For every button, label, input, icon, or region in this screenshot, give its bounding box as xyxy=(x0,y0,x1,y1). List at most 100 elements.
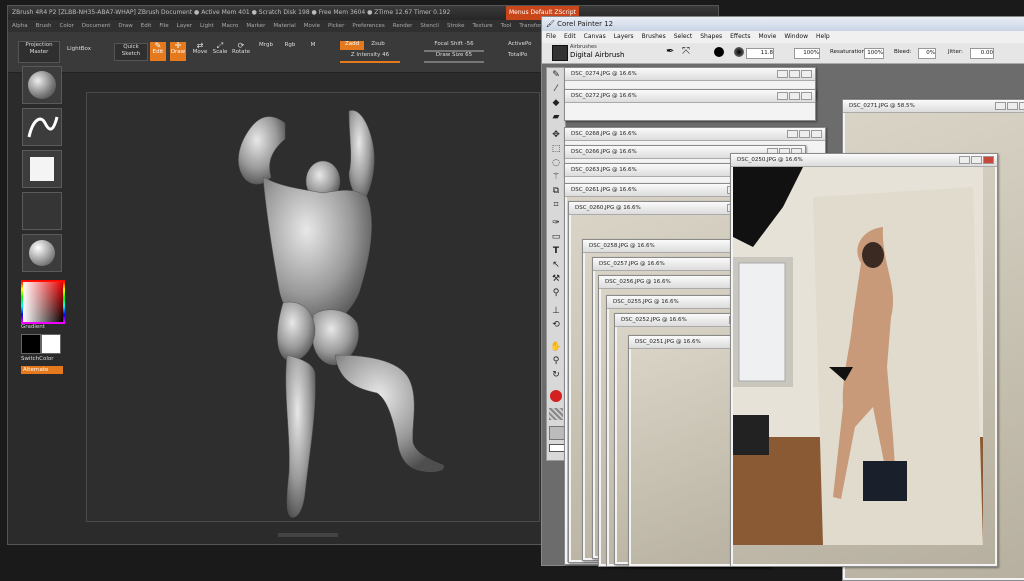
draw-size-slider[interactable]: Draw Size 65 xyxy=(424,52,484,63)
total-points-label: TotalPo xyxy=(508,52,528,58)
draw-label: Draw xyxy=(170,49,186,55)
minimize-icon[interactable] xyxy=(995,102,1006,110)
close-icon[interactable] xyxy=(811,130,822,138)
document-title: DSC_0251.JPG @ 16.6% xyxy=(635,339,701,345)
scale-button[interactable]: ⤢ Scale xyxy=(212,42,228,61)
move-label: Move xyxy=(192,49,208,55)
edit-icon: ✎ xyxy=(154,41,162,50)
zbrush-menu-light[interactable]: Light xyxy=(200,23,214,29)
maximize-icon[interactable] xyxy=(971,156,982,164)
document-title: DSC_0257.JPG @ 16.6% xyxy=(599,261,665,267)
close-icon[interactable] xyxy=(801,70,812,78)
rotate-button[interactable]: ⟳ Rotate xyxy=(232,42,250,61)
zbrush-menu-file[interactable]: File xyxy=(159,23,168,29)
zbrush-menu-material[interactable]: Material xyxy=(273,23,295,29)
zsub-button[interactable]: Zsub xyxy=(368,41,388,50)
lightbox-label: LightBox xyxy=(67,46,91,52)
zbrush-menu-brush[interactable]: Brush xyxy=(36,23,52,29)
focal-shift-label: Focal Shift -56 xyxy=(434,41,474,47)
quick-sketch-button[interactable]: Quick Sketch xyxy=(114,43,148,61)
zbrush-title: ZBrush 4R4 P2 [ZLBB-NH35-ABA7-WHAP] ZBru… xyxy=(12,9,451,16)
edit-button[interactable]: ✎ Edit xyxy=(150,42,166,61)
draw-button[interactable]: ✛ Draw xyxy=(170,42,186,61)
draw-size-label: Draw Size 65 xyxy=(435,52,473,58)
minimize-icon[interactable] xyxy=(787,130,798,138)
m-label: M xyxy=(310,42,316,48)
m-button[interactable]: M xyxy=(308,42,318,52)
alternate-button[interactable]: Alternate xyxy=(21,366,63,374)
window-controls xyxy=(776,92,812,105)
document-title: DSC_0266.JPG @ 16.6% xyxy=(571,149,637,155)
z-intensity-slider[interactable]: Z Intensity 46 xyxy=(340,52,400,63)
maximize-icon[interactable] xyxy=(799,130,810,138)
window-controls xyxy=(786,130,822,143)
document-title: DSC_0271.JPG @ 58.5% xyxy=(849,103,915,109)
zbrush-top-shelf: Projection Master LightBox Quick Sketch … xyxy=(8,32,548,73)
zbrush-menu-draw[interactable]: Draw xyxy=(118,23,132,29)
maximize-icon[interactable] xyxy=(789,92,800,100)
rgb-button[interactable]: Rgb xyxy=(282,42,298,52)
document-window[interactable]: DSC_0272.JPG @ 16.6% xyxy=(564,89,816,121)
sphere-icon xyxy=(28,71,56,99)
canvas-scrollbar[interactable] xyxy=(278,533,338,537)
zbrush-menu-tool[interactable]: Tool xyxy=(501,23,512,29)
alpha-thumbnail[interactable] xyxy=(22,150,62,188)
material-thumbnail[interactable] xyxy=(22,234,62,272)
gradient-label[interactable]: Gradient xyxy=(21,324,45,330)
zbrush-menu-picker[interactable]: Picker xyxy=(328,23,344,29)
zbrush-menu-stencil[interactable]: Stencil xyxy=(420,23,439,29)
focal-shift-slider[interactable]: Focal Shift -56 xyxy=(424,41,484,52)
document-title: DSC_0268.JPG @ 16.6% xyxy=(571,131,637,137)
reference-photo[interactable] xyxy=(733,167,983,545)
zadd-button[interactable]: Zadd xyxy=(340,41,364,50)
document-title-bar[interactable]: DSC_0250.JPG @ 16.6% xyxy=(731,154,997,167)
zbrush-document-canvas[interactable] xyxy=(86,92,540,522)
zadd-label: Zadd xyxy=(344,41,360,47)
zbrush-menu-marker[interactable]: Marker xyxy=(246,23,265,29)
lightbox-button[interactable]: LightBox xyxy=(62,46,96,56)
document-title: DSC_0274.JPG @ 16.6% xyxy=(571,71,637,77)
projection-master-button[interactable]: Projection Master xyxy=(18,41,60,63)
zbrush-menu-alpha[interactable]: Alpha xyxy=(12,23,28,29)
stroke-icon xyxy=(27,116,59,138)
close-icon[interactable] xyxy=(983,156,994,164)
document-title-bar[interactable]: DSC_0272.JPG @ 16.6% xyxy=(565,90,815,103)
minimize-icon[interactable] xyxy=(777,92,788,100)
maximize-icon[interactable] xyxy=(1007,102,1018,110)
minimize-icon[interactable] xyxy=(777,70,788,78)
color-picker[interactable] xyxy=(21,280,65,324)
draw-icon: ✛ xyxy=(174,41,182,50)
document-title-bar[interactable]: DSC_0271.JPG @ 58.5% xyxy=(843,100,1024,113)
zbrush-left-shelf: Gradient SwitchColor Alternate xyxy=(16,66,74,536)
stroke-thumbnail[interactable] xyxy=(22,108,62,146)
move-button[interactable]: ⇄ Move xyxy=(192,42,208,61)
texture-thumbnail[interactable] xyxy=(22,192,62,230)
zbrush-menu-movie[interactable]: Movie xyxy=(304,23,320,29)
minimize-icon[interactable] xyxy=(959,156,970,164)
close-icon[interactable] xyxy=(801,92,812,100)
brush-thumbnail[interactable] xyxy=(22,66,62,104)
zbrush-menu-render[interactable]: Render xyxy=(393,23,413,29)
document-title-bar[interactable]: DSC_0274.JPG @ 16.6% xyxy=(565,68,815,81)
zbrush-menu-preferences[interactable]: Preferences xyxy=(352,23,384,29)
maximize-icon[interactable] xyxy=(789,70,800,78)
document-title-bar[interactable]: DSC_0268.JPG @ 16.6% xyxy=(565,128,825,141)
zbrush-menu-document[interactable]: Document xyxy=(82,23,111,29)
zbrush-menu-texture[interactable]: Texture xyxy=(473,23,493,29)
zbrush-menu-color[interactable]: Color xyxy=(60,23,74,29)
zbrush-menu-stroke[interactable]: Stroke xyxy=(447,23,465,29)
zbrush-menu-layer[interactable]: Layer xyxy=(177,23,192,29)
primary-color-swatch[interactable] xyxy=(41,334,61,354)
zbrush-menu-macro[interactable]: Macro xyxy=(222,23,239,29)
zbrush-menu-edit[interactable]: Edit xyxy=(141,23,152,29)
sculpted-figure-image xyxy=(238,110,444,518)
close-icon[interactable] xyxy=(1019,102,1024,110)
secondary-color-swatch[interactable] xyxy=(21,334,41,354)
active-points-label: ActivePo xyxy=(508,41,532,47)
quick-sketch-label: Quick Sketch xyxy=(121,44,141,57)
switchcolor-button[interactable]: SwitchColor xyxy=(21,356,54,362)
document-window[interactable]: DSC_0250.JPG @ 16.6% xyxy=(730,153,998,567)
rotate-label: Rotate xyxy=(232,49,251,55)
mrgb-button[interactable]: Mrgb xyxy=(256,42,276,52)
z-intensity-label: Z Intensity 46 xyxy=(350,52,390,58)
